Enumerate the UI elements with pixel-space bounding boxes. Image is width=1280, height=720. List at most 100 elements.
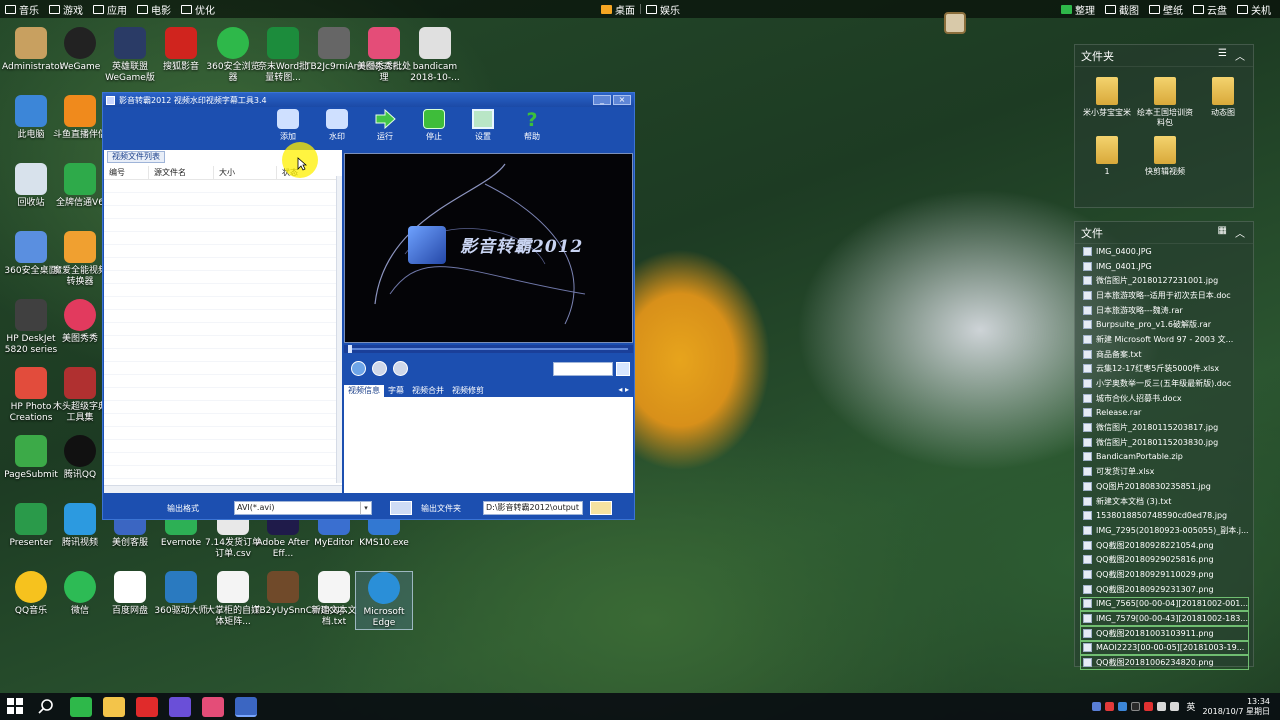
output-format-select[interactable]: AVI(*.avi) ▾ (234, 501, 372, 515)
desktop-icon[interactable]: 奈末Word批量转图... (254, 27, 312, 84)
folder-item[interactable]: 绘本王国培训资料包 (1137, 73, 1193, 128)
close-button[interactable]: × (613, 95, 631, 105)
tab-video-info[interactable]: 视频信息 (344, 385, 384, 397)
file-item[interactable]: 日本旅游攻略---魏涛.rar (1083, 303, 1249, 318)
tray-keyboard-icon[interactable] (1131, 702, 1141, 711)
desktop-icon[interactable]: TB2yUySnnCWBKNj... (254, 571, 351, 617)
watermark-button[interactable]: 水印 (317, 109, 357, 142)
grid-view-icon[interactable]: ▦ (1218, 225, 1227, 240)
tab-subtitles[interactable]: 字幕 (384, 385, 408, 397)
browse-folder-button[interactable] (590, 501, 612, 515)
desktop-icon[interactable]: 英雄联盟WeGame版 (101, 27, 159, 84)
minimize-button[interactable]: _ (593, 95, 611, 105)
topbar-music[interactable]: 音乐 (0, 2, 44, 17)
topbar-wallpaper[interactable]: 壁纸 (1144, 0, 1188, 18)
file-item[interactable]: 日本旅游攻略--适用于初次去日本.doc (1083, 288, 1249, 303)
play-button[interactable] (351, 361, 366, 376)
time-field[interactable] (553, 362, 613, 376)
360-browser-icon[interactable] (70, 697, 92, 717)
file-item[interactable]: IMG_7565[00-00-04][20181002-001... (1080, 596, 1249, 612)
format-settings-button[interactable] (390, 501, 412, 515)
topbar-organize[interactable]: 整理 (1056, 0, 1100, 18)
file-item[interactable]: QQ图片20180830235851.jpg (1083, 479, 1249, 494)
file-item[interactable]: QQ截图20180929231307.png (1083, 582, 1249, 597)
desktop-icon[interactable]: 百度网盘 (101, 571, 159, 617)
tab-entertainment[interactable]: 娱乐 (641, 0, 685, 18)
tray-network-icon[interactable] (1157, 702, 1167, 711)
seek-knob[interactable] (348, 345, 352, 353)
camera-widget-icon[interactable] (944, 12, 966, 34)
folder-item[interactable]: 米小芽宝宝米 (1079, 73, 1135, 128)
file-item[interactable]: IMG_0400.JPG (1083, 244, 1249, 259)
desktop-icon[interactable]: 魔爱全能视频转换器 (51, 231, 109, 288)
topbar-shutdown[interactable]: 关机 (1232, 0, 1276, 18)
topbar-screenshot[interactable]: 截图 (1100, 0, 1144, 18)
file-item[interactable]: QQ截图20181006234820.png (1080, 655, 1249, 670)
add-button[interactable]: 添加 (268, 109, 308, 142)
file-item[interactable]: QQ截图20180928221054.png (1083, 538, 1249, 553)
file-item[interactable]: 小学奥数举一反三(五年级最新版).doc (1083, 376, 1249, 391)
file-list-body[interactable] (104, 180, 336, 483)
collapse-icon[interactable]: ︿ (1235, 225, 1245, 240)
file-item[interactable]: IMG_0401.JPG (1083, 259, 1249, 274)
column-size[interactable]: 大小 (214, 166, 277, 179)
pause-button[interactable] (393, 361, 408, 376)
file-item[interactable]: 新建 Microsoft Word 97 - 2003 文... (1083, 332, 1249, 347)
input-method-indicator[interactable]: 英 (1186, 700, 1195, 713)
output-folder-path[interactable]: D:\影音转霸2012\output (483, 501, 583, 515)
folder-item[interactable]: 1 (1079, 132, 1135, 177)
folder-item[interactable]: 动态图 (1195, 73, 1251, 128)
file-item[interactable]: 城市合伙人招募书.docx (1083, 391, 1249, 406)
file-item[interactable]: BandicamPortable.zip (1083, 450, 1249, 465)
column-source-filename[interactable]: 源文件名 (149, 166, 214, 179)
tab-video-file-list[interactable]: 视频文件列表 (107, 151, 165, 163)
list-view-icon[interactable]: ☰ (1218, 48, 1227, 63)
tray-volume-icon[interactable] (1170, 702, 1180, 711)
file-item[interactable]: 可发货订单.xlsx (1083, 464, 1249, 479)
tab-scroll-arrows[interactable]: ◂ ▸ (618, 385, 633, 397)
stop-button[interactable]: 停止 (414, 109, 454, 142)
topbar-movies[interactable]: 电影 (132, 2, 176, 17)
topbar-cloud[interactable]: 云盘 (1188, 0, 1232, 18)
file-item[interactable]: 微信图片_20180115203830.jpg (1083, 435, 1249, 450)
settings-button[interactable]: 设置 (463, 109, 503, 142)
tab-video-merge[interactable]: 视频合并 (408, 385, 448, 397)
desktop-icon[interactable]: 斗鱼直播伴侣 (51, 95, 109, 141)
column-number[interactable]: 编号 (104, 166, 149, 179)
desktop-icon[interactable]: 美图秀秀 (51, 299, 109, 345)
file-item[interactable]: 商品备案.txt (1083, 347, 1249, 362)
desktop-icon[interactable]: 搜狐影音 (152, 27, 210, 73)
file-item[interactable]: 1538018850748590cd0ed78.jpg (1083, 508, 1249, 523)
desktop-icon[interactable]: 美图秀秀批处理 (355, 27, 413, 84)
yingyin-app-icon[interactable] (235, 697, 257, 717)
desktop-icon[interactable]: 360驱动大师 (152, 571, 210, 617)
topbar-optimize[interactable]: 优化 (176, 2, 220, 17)
folder-item[interactable]: 快剪辑视频 (1137, 132, 1193, 177)
file-explorer-icon[interactable] (103, 697, 125, 717)
tray-app-icon[interactable] (1092, 702, 1102, 711)
stop-playback-button[interactable] (372, 361, 387, 376)
file-item[interactable]: 新建文本文档 (3).txt (1083, 494, 1249, 509)
collapse-icon[interactable]: ︿ (1235, 48, 1245, 63)
file-item[interactable]: 微信图片_20180115203817.jpg (1083, 420, 1249, 435)
file-item[interactable]: Release.rar (1083, 406, 1249, 421)
file-item[interactable]: IMG_7295(20180923-005055)_副本.j... (1083, 523, 1249, 538)
file-list-horizontal-scrollbar[interactable] (104, 485, 342, 493)
desktop-icon[interactable]: 全牌信通V6 (51, 163, 109, 209)
file-item[interactable]: IMG_7579[00-00-43][20181002-183... (1080, 611, 1249, 626)
tray-cloud-icon[interactable] (1118, 702, 1128, 711)
tab-video-trim[interactable]: 视频修剪 (448, 385, 488, 397)
file-item[interactable]: QQ截图20180929025816.png (1083, 552, 1249, 567)
file-item[interactable]: 云集12-17红枣5斤装5000件.xlsx (1083, 362, 1249, 377)
file-item[interactable]: 微信图片_20180127231001.jpg (1083, 273, 1249, 288)
meitu-icon[interactable] (202, 697, 224, 717)
desktop-icon[interactable]: 腾讯QQ (51, 435, 109, 481)
after-effects-icon[interactable] (169, 697, 191, 717)
file-item[interactable]: QQ截图20181003103911.png (1080, 625, 1249, 641)
window-titlebar[interactable]: 影音转霸2012 视频水印视频字幕工具3.4 _ × (103, 93, 634, 107)
help-button[interactable]: ? 帮助 (512, 109, 552, 142)
file-list-vertical-scrollbar[interactable] (336, 176, 342, 483)
tray-record-icon[interactable] (1105, 702, 1115, 711)
tab-desktop[interactable]: 桌面 (596, 0, 640, 18)
desktop-icon[interactable]: bandicam 2018-10-... (406, 27, 464, 84)
